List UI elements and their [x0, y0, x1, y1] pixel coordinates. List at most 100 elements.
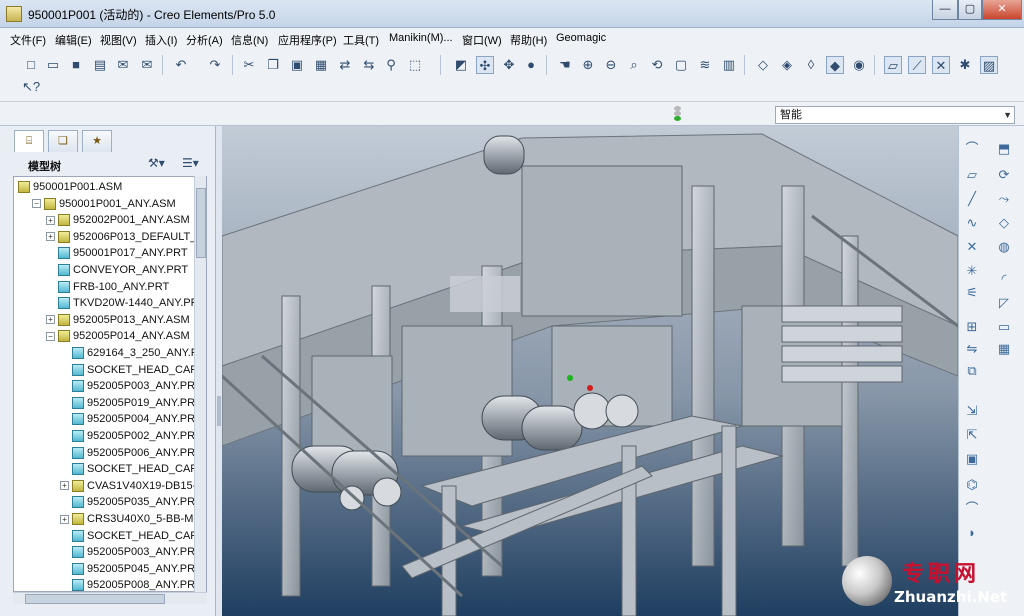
datum-plane-icon[interactable]: ▱ — [963, 166, 981, 184]
orient-mode-icon[interactable]: ✥ — [500, 56, 518, 74]
tree-row[interactable]: +952006P013_DEFAULT_ANY.ASM — [46, 229, 206, 245]
maximize-button[interactable]: ▢ — [958, 0, 982, 20]
hole-icon[interactable]: ◍ — [995, 238, 1013, 256]
tree-row[interactable]: 952005P035_ANY.PRT — [60, 494, 202, 510]
assemble-icon[interactable]: ⇲ — [963, 402, 981, 420]
expand-icon[interactable]: + — [46, 315, 55, 325]
graphics-viewport[interactable] — [222, 126, 958, 616]
favorites-tab[interactable]: ★ — [82, 130, 112, 152]
create-component-icon[interactable]: ⇱ — [963, 426, 981, 444]
tree-row[interactable]: 952005P006_ANY.PRT — [60, 445, 202, 461]
package-icon[interactable]: ▣ — [963, 450, 981, 468]
tree-row[interactable]: SOCKET_HEAD_CAP_SCREW — [60, 461, 206, 477]
tree-row[interactable]: CONVEYOR_ANY.PRT — [46, 262, 188, 278]
menu-analysis[interactable]: 分析(A) — [186, 32, 223, 48]
whats-this-icon[interactable]: ↖? — [22, 78, 40, 96]
tree-row[interactable]: +952005P013_ANY.ASM — [46, 312, 190, 328]
tree-row[interactable]: TKVD20W-1440_ANY.PRT — [46, 295, 205, 311]
blend-icon[interactable]: ◇ — [995, 214, 1013, 232]
explode-icon[interactable]: ⌬ — [963, 476, 981, 494]
zoom-in-icon[interactable]: ⊕ — [579, 56, 597, 74]
csys-icon[interactable]: ✳ — [963, 262, 981, 280]
tree-row[interactable]: SOCKET_HEAD_CAP_SCREW — [60, 528, 206, 544]
zoom-out-icon[interactable]: ⊖ — [602, 56, 620, 74]
print-icon[interactable]: ▤ — [91, 56, 109, 74]
datum-point-icon[interactable]: ✕ — [963, 238, 981, 256]
round-icon[interactable]: ◜ — [995, 270, 1013, 288]
datum-curve-icon[interactable]: ∿ — [963, 214, 981, 232]
extrude-icon[interactable]: ⬒ — [995, 140, 1013, 158]
paste-icon[interactable]: ▣ — [288, 56, 306, 74]
save-icon[interactable]: ■ — [67, 56, 85, 74]
model-tree[interactable]: 950001P001.ASM − 950001P001_ANY.ASM +952002… — [13, 176, 207, 592]
tree-row[interactable]: 952005P008_ANY.PRT — [60, 577, 202, 591]
merge-icon[interactable]: ⧉ — [963, 362, 981, 380]
no-hidden-icon[interactable]: ◊ — [802, 56, 820, 74]
sweep-icon[interactable]: ⤳ — [995, 190, 1013, 208]
datum-axes-icon[interactable]: ⟋ — [908, 56, 926, 74]
menu-view[interactable]: 视图(V) — [100, 32, 137, 48]
menu-info[interactable]: 信息(N) — [231, 32, 268, 48]
menu-window[interactable]: 窗口(W) — [462, 32, 502, 48]
undo-icon[interactable]: ↶ — [172, 56, 190, 74]
draft-icon[interactable]: ◗ — [963, 524, 981, 542]
rib-icon[interactable]: ▭ — [995, 318, 1013, 336]
menu-insert[interactable]: 插入(I) — [145, 32, 177, 48]
wireframe-icon[interactable]: ◇ — [754, 56, 772, 74]
shell-icon[interactable]: ▦ — [995, 340, 1013, 358]
redo-icon[interactable]: ↷ — [206, 56, 224, 74]
tree-row[interactable]: 952005P003_ANY.PRT — [60, 544, 202, 560]
tree-row[interactable]: 952005P045_ANY.PRT — [60, 561, 202, 577]
saved-views-icon[interactable]: ▢ — [672, 56, 690, 74]
menu-help[interactable]: 帮助(H) — [510, 32, 547, 48]
find-icon[interactable]: ⚲ — [382, 56, 400, 74]
menu-tools[interactable]: 工具(T) — [343, 32, 379, 48]
layers-icon[interactable]: ≋ — [696, 56, 714, 74]
tree-row[interactable]: 952005P003_ANY.PRT — [60, 378, 202, 394]
reorient-icon[interactable]: ⟲ — [648, 56, 666, 74]
regen-manager-icon[interactable]: ⇆ — [360, 56, 378, 74]
selection-filter-select[interactable]: 智能 ▼ — [775, 106, 1015, 124]
tree-row[interactable]: +952002P001_ANY.ASM — [46, 212, 190, 228]
tree-horizontal-scrollbar[interactable] — [13, 592, 207, 604]
expand-icon[interactable]: + — [46, 215, 55, 225]
menu-manikin[interactable]: Manikin(M)... — [389, 32, 453, 44]
revolve-icon[interactable]: ⟳ — [995, 166, 1013, 184]
close-button[interactable]: ✕ — [982, 0, 1022, 20]
menu-geomagic[interactable]: Geomagic — [556, 32, 606, 44]
view-manager-icon[interactable]: ▥ — [720, 56, 738, 74]
folder-browser-tab[interactable]: ❏ — [48, 130, 78, 152]
mirror-icon[interactable]: ⇋ — [963, 340, 981, 358]
analysis-feature-icon[interactable]: ⚟ — [963, 284, 981, 302]
repaint-icon[interactable]: ◩ — [452, 56, 470, 74]
tree-row[interactable]: FRB-100_ANY.PRT — [46, 279, 169, 295]
tree-row[interactable]: 629164_3_250_ANY.PRT — [60, 345, 206, 361]
tree-row[interactable]: + CVAS1V40X19-DB15-N — [60, 478, 204, 494]
spin-center-icon[interactable]: ✣ — [476, 56, 494, 74]
tree-row[interactable]: 950001P001.ASM — [18, 179, 122, 195]
collapse-icon[interactable]: − — [46, 331, 55, 341]
collapse-icon[interactable]: − — [32, 199, 41, 209]
tree-row[interactable]: 952005P002_ANY.PRT — [60, 428, 202, 444]
tree-row[interactable]: + CRS3U40X0_5-BB-M-T — [60, 511, 204, 527]
menu-edit[interactable]: 编辑(E) — [55, 32, 92, 48]
open-icon[interactable]: ▭ — [44, 56, 62, 74]
pan-icon[interactable]: ☚ — [556, 56, 574, 74]
cut-icon[interactable]: ✂ — [240, 56, 258, 74]
refit-icon[interactable]: ⌕ — [625, 56, 643, 74]
datum-axis-icon[interactable]: ╱ — [963, 190, 981, 208]
tree-vertical-scrollbar[interactable] — [194, 176, 206, 592]
csys-display-icon[interactable]: ✱ — [956, 56, 974, 74]
tree-row[interactable]: 950001P017_ANY.PRT — [46, 245, 188, 261]
tree-row[interactable]: SOCKET_HEAD_CAP_SCREW — [60, 362, 206, 378]
expand-icon[interactable]: + — [60, 514, 69, 524]
annotation-display-icon[interactable]: ▨ — [980, 56, 998, 74]
paste-special-icon[interactable]: ▦ — [312, 56, 330, 74]
expand-icon[interactable]: + — [46, 232, 55, 242]
chamfer-icon[interactable]: ◸ — [995, 294, 1013, 312]
email-attach-icon[interactable]: ✉ — [138, 56, 156, 74]
menu-applications[interactable]: 应用程序(P) — [278, 32, 337, 48]
expand-icon[interactable]: + — [60, 481, 69, 491]
datum-planes-icon[interactable]: ▱ — [884, 56, 902, 74]
enhanced-realism-icon[interactable]: ◉ — [850, 56, 868, 74]
